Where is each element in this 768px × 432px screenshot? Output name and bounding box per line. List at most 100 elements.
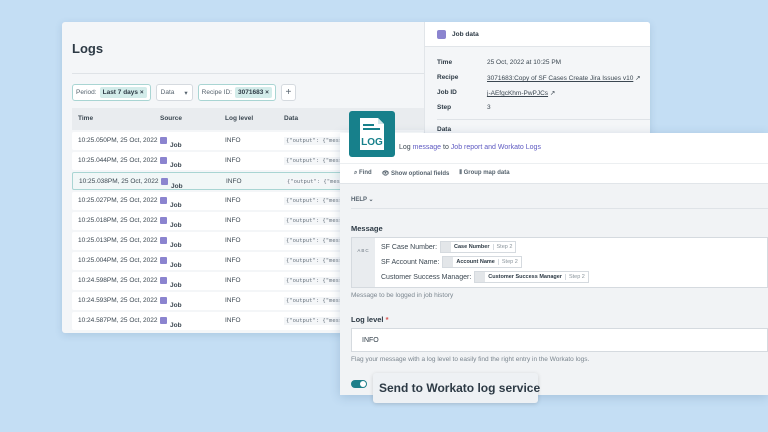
log-level-input[interactable]: INFO <box>351 328 768 352</box>
job-icon <box>161 178 168 185</box>
col-time[interactable]: Time <box>78 115 93 122</box>
job-icon <box>160 237 167 244</box>
level-cell: INFO <box>225 297 241 304</box>
datapill-icon <box>441 242 452 252</box>
datapill[interactable]: Case Number Step 2 <box>440 241 517 253</box>
divider <box>72 73 424 74</box>
datapill-icon <box>443 257 454 267</box>
tooltip: Send to Workato log service <box>373 373 540 403</box>
job-icon <box>160 257 167 264</box>
datapill-step: Step 2 <box>492 244 516 250</box>
level-cell: INFO <box>225 277 241 284</box>
job-icon <box>160 197 167 204</box>
action-to: to <box>443 144 449 151</box>
job-report-link[interactable]: Job report and Workato Logs <box>451 144 541 151</box>
data-cell: {"output": {"mess <box>284 257 345 265</box>
job-icon <box>160 297 167 304</box>
col-log-level[interactable]: Log level <box>225 115 253 122</box>
data-cell: {"output": {"mess <box>284 157 345 165</box>
recipe-filter[interactable]: Recipe ID: 3071683 × <box>197 84 276 101</box>
line-label: SF Account Name: <box>381 258 440 266</box>
time-cell: 10:25.050PM, 25 Oct, 2022 <box>78 137 158 144</box>
search-icon: ⌕ <box>354 170 358 176</box>
send-to-log-service-toggle[interactable] <box>351 380 367 388</box>
show-optional-button[interactable]: 👁 Show optional fields <box>382 170 450 177</box>
datapill-name: Case Number <box>454 244 490 250</box>
level-cell: INFO <box>225 317 241 324</box>
datapill-name: Account Name <box>456 259 495 265</box>
recipe-link[interactable]: 3071683:Copy of SF Cases Create Jira Iss… <box>487 75 633 82</box>
source-cell: Job <box>160 257 182 269</box>
datapill[interactable]: Account Name Step 2 <box>442 256 522 268</box>
data-select[interactable]: Data ▾ <box>155 84 193 101</box>
period-label: Period: <box>76 89 97 96</box>
data-cell: {"output": {"mess <box>284 237 345 245</box>
period-filter[interactable]: Period: Last 7 days × <box>72 84 151 101</box>
step-value: 3 <box>487 104 491 111</box>
help-toggle[interactable]: HELP ⌄ <box>351 196 374 203</box>
optional-label: Show optional fields <box>391 171 450 177</box>
message-label: Message <box>351 224 383 233</box>
data-label: Data <box>437 126 452 133</box>
log-document-icon: LOG <box>360 118 384 150</box>
job-icon <box>160 157 167 164</box>
level-cell: INFO <box>225 237 241 244</box>
time-cell: 10:25.027PM, 25 Oct, 2022 <box>78 197 158 204</box>
level-cell: INFO <box>226 178 242 185</box>
source-text: Job <box>170 322 182 329</box>
group-icon: ⫴ <box>459 170 462 176</box>
add-filter-button[interactable]: + <box>280 84 296 101</box>
source-text: Job <box>170 282 182 289</box>
log-level-hint: Flag your message with a log level to ea… <box>351 356 590 363</box>
time-cell: 10:25.013PM, 25 Oct, 2022 <box>78 237 158 244</box>
required-marker: * <box>385 315 389 324</box>
recipe-value: 3071683 <box>238 89 264 96</box>
time-cell: 10:25.018PM, 25 Oct, 2022 <box>78 217 158 224</box>
divider <box>351 208 768 209</box>
filter-bar: Period: Last 7 days × Data ▾ Recipe ID: 307… <box>72 84 296 101</box>
job-id-link[interactable]: j-AEfgcKhm-PwPJCs <box>487 90 548 97</box>
remove-recipe-icon[interactable]: × <box>265 89 269 96</box>
col-data[interactable]: Data <box>284 115 298 122</box>
message-field[interactable]: ABC SF Case Number: Case Number Step 2 SF … <box>351 237 768 288</box>
period-value: Last 7 days <box>102 89 139 96</box>
eye-icon: 👁 <box>381 171 390 177</box>
data-cell: {"output": {"mess <box>284 197 345 205</box>
group-label: Group map data <box>463 170 510 176</box>
find-button[interactable]: ⌕ Find <box>354 170 372 177</box>
job-icon <box>160 217 167 224</box>
message-line: SF Case Number: Case Number Step 2 <box>381 241 517 253</box>
datapill[interactable]: Customer Success Manager Step 2 <box>474 271 589 283</box>
line-label: Customer Success Manager: <box>381 273 472 281</box>
message-link[interactable]: message <box>413 144 441 151</box>
logo-text: LOG <box>361 137 383 148</box>
log-level-text: Log level <box>351 315 384 324</box>
source-cell: Job <box>160 137 182 149</box>
source-text: Job <box>170 222 182 229</box>
job-data-title: Job data <box>452 30 479 38</box>
page-title: Logs <box>72 41 104 56</box>
recipe-label: Recipe ID: <box>201 89 232 96</box>
source-text: Job <box>170 302 182 309</box>
external-link-icon: ↗ <box>549 90 556 97</box>
datapill-step: Step 2 <box>497 259 521 265</box>
job-data-header: Job data <box>425 22 650 47</box>
text-type-icon: ABC <box>352 238 375 287</box>
col-source[interactable]: Source <box>160 115 182 122</box>
level-cell: INFO <box>225 197 241 204</box>
datapill-step: Step 2 <box>564 274 588 280</box>
message-line: SF Account Name: Account Name Step 2 <box>381 256 522 268</box>
source-cell: Job <box>160 237 182 249</box>
datapill-name: Customer Success Manager <box>488 274 562 280</box>
time-cell: 10:25.044PM, 25 Oct, 2022 <box>78 157 158 164</box>
source-cell: Job <box>161 178 183 190</box>
action-toolbar: ⌕ Find 👁 Show optional fields ⫴ Group ma… <box>340 163 768 184</box>
log-app-icon: LOG <box>349 111 395 157</box>
remove-period-icon[interactable]: × <box>140 89 144 96</box>
message-hint: Message to be logged in job history <box>351 292 454 299</box>
group-map-button[interactable]: ⫴ Group map data <box>459 170 509 177</box>
job-icon <box>160 317 167 324</box>
source-text: Job <box>171 183 183 190</box>
time-cell: 10:25.004PM, 25 Oct, 2022 <box>78 257 158 264</box>
line-label: SF Case Number: <box>381 243 438 251</box>
